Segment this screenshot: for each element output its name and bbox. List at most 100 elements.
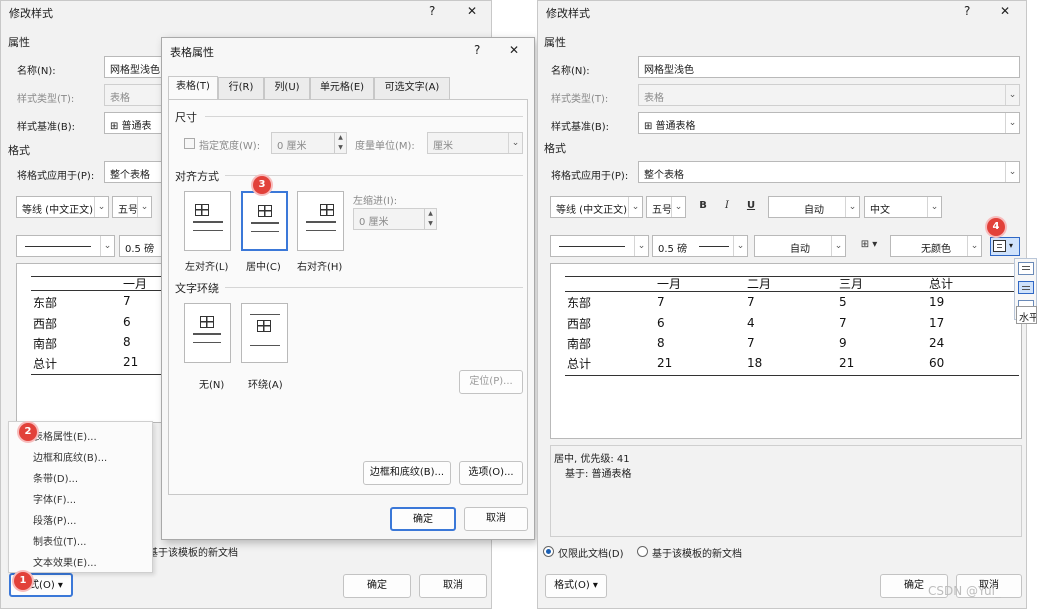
left-help-button[interactable]: ? (429, 4, 435, 18)
preview-row-label: 西部 (33, 317, 58, 331)
spinner-icon: ▲ ▼ (334, 133, 346, 153)
width-checkbox[interactable] (184, 138, 195, 149)
tab-cell[interactable]: 单元格(E) (310, 77, 374, 99)
align-center-option[interactable] (241, 191, 288, 251)
right-font-color-select[interactable]: 自动 ⌄ (768, 196, 860, 218)
align-left-option[interactable] (184, 191, 231, 251)
table-props-ok-button[interactable]: 确定 (390, 507, 456, 531)
left-title-bar: 修改样式 ? ✕ (1, 1, 491, 23)
preview-cell: 7 (747, 336, 755, 350)
wrap-none-option[interactable] (184, 303, 231, 363)
bold-button[interactable]: B (694, 196, 712, 218)
left-size-select[interactable]: 五号 ⌄ (112, 196, 152, 218)
lines-icon (251, 222, 279, 232)
right-size-select[interactable]: 五号 ⌄ (646, 196, 686, 218)
italic-button[interactable]: I (718, 196, 736, 218)
right-apply-select[interactable]: 整个表格 ⌄ (638, 161, 1020, 183)
left-template-radio-label: 基于该模板的新文档 (148, 548, 238, 559)
right-border-style-select[interactable]: ⌄ (550, 235, 649, 257)
right-border-size-select[interactable]: 0.5 磅 ⌄ (652, 235, 748, 257)
wrap-around-option[interactable] (241, 303, 288, 363)
right-font-select[interactable]: 等线 (中文正文) ⌄ (550, 196, 643, 218)
border-grid-button[interactable]: ⊞ ▾ (852, 235, 886, 257)
tab-alt-text[interactable]: 可选文字(A) (374, 77, 450, 99)
tab-column[interactable]: 列(U) (264, 77, 310, 99)
radio-template-label: 基于该模板的新文档 (652, 549, 742, 560)
right-type-select: 表格 ⌄ (638, 84, 1020, 106)
left-cancel-button[interactable]: 取消 (419, 574, 487, 598)
table-props-close-button[interactable]: ✕ (509, 43, 519, 57)
width-label: 指定宽度(W): (199, 141, 261, 152)
right-base-select[interactable]: ⊞ 普通表格 ⌄ (638, 112, 1020, 134)
options-button[interactable]: 选项(O)... (459, 461, 523, 485)
preview-row-label: 东部 (567, 296, 592, 310)
preview-row-label: 东部 (33, 296, 58, 310)
underline-button[interactable]: U (742, 196, 760, 218)
right-format-button[interactable]: 格式(O) ▾ (545, 574, 607, 598)
chevron-down-icon: ⌄ (634, 236, 648, 256)
line-style-icon (25, 246, 91, 247)
description-line-2: 基于: 普通表格 (565, 469, 632, 480)
right-apply-label: 将格式应用于(P): (551, 171, 629, 182)
preview-cell: 24 (929, 336, 945, 350)
preview-cell: 60 (929, 356, 945, 370)
right-apply-value: 整个表格 (644, 170, 684, 181)
position-button[interactable]: 定位(P)... (459, 370, 523, 394)
right-name-field[interactable]: 网格型浅色 (638, 56, 1020, 78)
table-props-title-bar: 表格属性 ? ✕ (162, 38, 534, 64)
spinner-icon: ▲ ▼ (424, 209, 436, 229)
left-border-style-select[interactable]: ⌄ (16, 235, 115, 257)
alignment-dropdown-button[interactable]: ▾ (990, 237, 1020, 256)
left-name-field[interactable]: 网格型浅色 (104, 56, 164, 78)
indent-input[interactable]: 0 厘米 ▲ ▼ (353, 208, 437, 230)
left-ok-button[interactable]: 确定 (343, 574, 411, 598)
menu-item-banding[interactable]: 条带(D)... (33, 470, 78, 485)
align-top-left-icon[interactable] (1018, 262, 1034, 275)
menu-item-paragraph[interactable]: 段落(P)... (33, 512, 76, 527)
menu-item-borders-shading[interactable]: 边框和底纹(B)... (33, 449, 107, 464)
preview-header-rule (31, 290, 165, 291)
table-props-help-button[interactable]: ? (474, 43, 480, 57)
menu-item-font[interactable]: 字体(F)... (33, 491, 76, 506)
menu-item-tabs[interactable]: 制表位(T)... (33, 533, 86, 548)
right-close-button[interactable]: ✕ (1000, 4, 1010, 18)
preview-header-rule (565, 291, 1019, 292)
menu-item-text-effects[interactable]: 文本效果(E)... (33, 554, 97, 569)
right-format-heading: 格式 (544, 142, 566, 155)
tab-table[interactable]: 表格(T) (168, 76, 218, 100)
left-close-button[interactable]: ✕ (467, 4, 477, 18)
unit-select[interactable]: 厘米 ⌄ (427, 132, 523, 154)
table-props-title: 表格属性 (170, 46, 214, 59)
tooltip-text: 水平 (1019, 313, 1037, 324)
chevron-down-icon: ⌄ (100, 236, 114, 256)
chevron-down-icon: ⌄ (1005, 162, 1019, 182)
style-description-box: 居中, 优先级: 41 基于: 普通表格 (550, 445, 1022, 537)
borders-shading-button[interactable]: 边框和底纹(B)... (363, 461, 451, 485)
width-input[interactable]: 0 厘米 ▲ ▼ (271, 132, 347, 154)
left-format-heading: 格式 (8, 144, 30, 157)
right-help-button[interactable]: ? (964, 4, 970, 18)
chevron-down-icon: ⌄ (671, 197, 685, 217)
left-apply-field[interactable]: 整个表格 (104, 161, 164, 183)
left-font-select[interactable]: 等线 (中文正文) ⌄ (16, 196, 109, 218)
left-base-field[interactable]: ⊞ 普通表 (104, 112, 164, 134)
radio-this-document[interactable] (543, 546, 554, 557)
chevron-down-icon: ⌄ (733, 236, 747, 256)
align-middle-left-icon[interactable] (1018, 281, 1034, 294)
left-border-size-select[interactable]: 0.5 磅 (119, 235, 164, 257)
right-lang-select[interactable]: 中文 ⌄ (864, 196, 942, 218)
align-right-option[interactable] (297, 191, 344, 251)
right-shading-select[interactable]: 无颜色 ⌄ (890, 235, 982, 257)
left-type-label: 样式类型(T): (17, 94, 75, 105)
width-value: 0 厘米 (277, 141, 307, 152)
radio-template[interactable] (637, 546, 648, 557)
chevron-down-icon: ⌄ (137, 197, 151, 217)
preview-cell: 8 (123, 335, 131, 349)
size-rule (205, 116, 523, 117)
table-props-cancel-button[interactable]: 取消 (464, 507, 528, 531)
lines-icon (250, 314, 280, 346)
right-border-color-select[interactable]: 自动 ⌄ (754, 235, 846, 257)
size-heading: 尺寸 (175, 111, 197, 124)
tab-row[interactable]: 行(R) (218, 77, 264, 99)
menu-item-table-properties[interactable]: 表格属性(E)... (33, 428, 97, 443)
